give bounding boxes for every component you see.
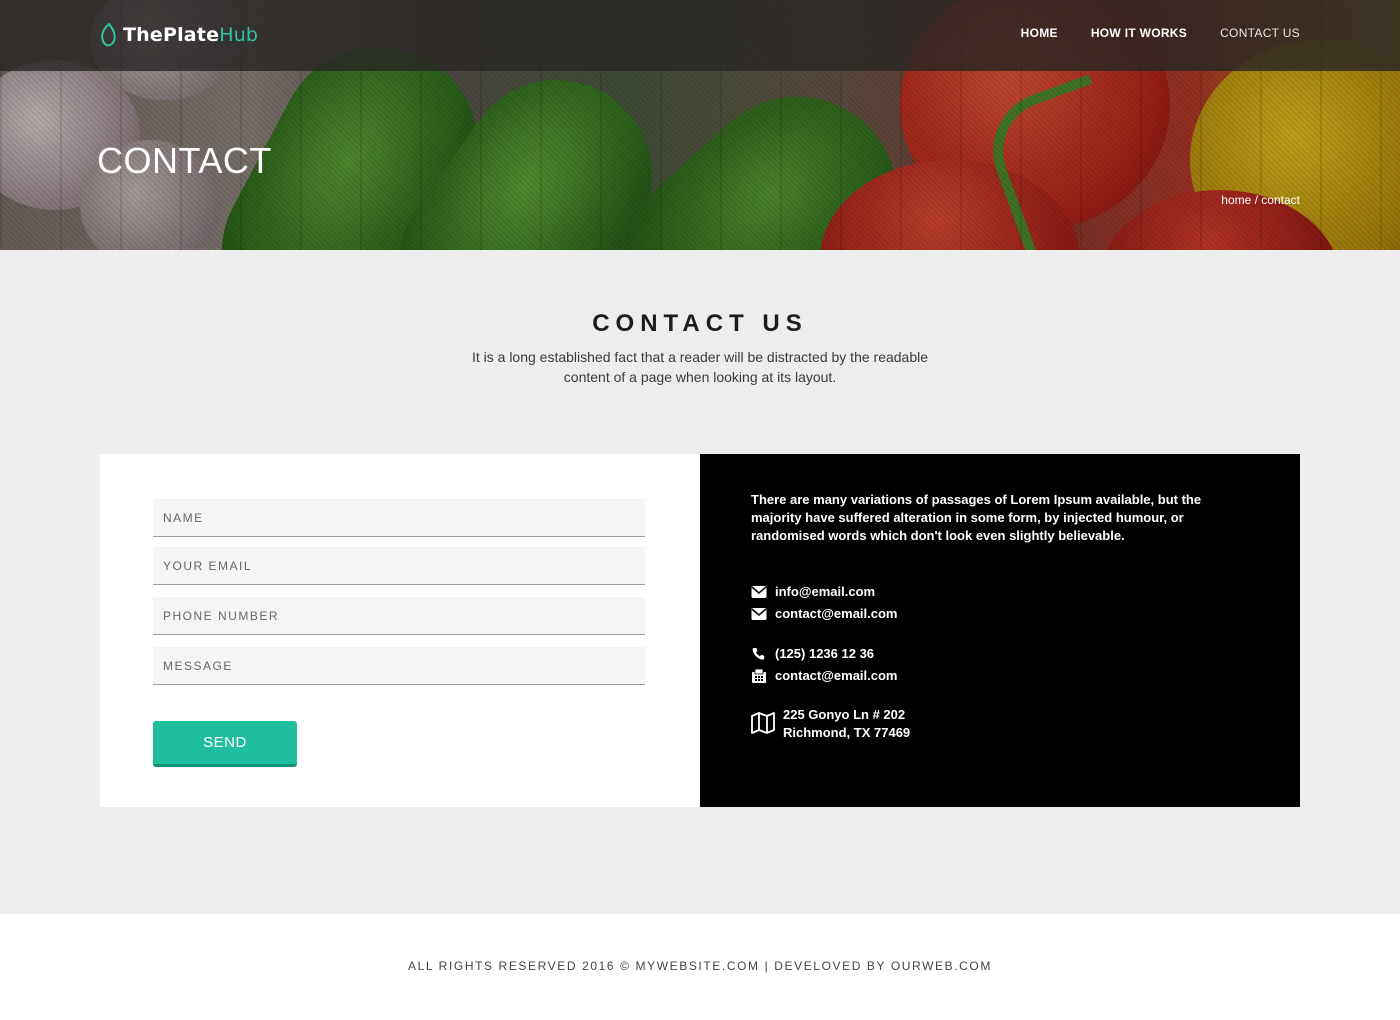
name-field[interactable]	[153, 499, 645, 537]
footer-copyright: ALL RIGHTS RESERVED 2016 © MYWEBSITE.COM…	[408, 959, 992, 973]
address-line-1: 225 Gonyo Ln # 202	[783, 707, 906, 722]
contact-info-panel: There are many variations of passages of…	[700, 454, 1300, 807]
nav-how-it-works[interactable]: HOW IT WORKS	[1091, 26, 1187, 40]
contact-fax-row: contact@email.com	[751, 668, 898, 683]
message-field[interactable]	[153, 647, 645, 685]
phone-icon	[752, 647, 765, 660]
contact-form: SEND	[100, 454, 700, 807]
fax-contact[interactable]: contact@email.com	[775, 668, 898, 683]
main-nav: HOME HOW IT WORKS CONTACT US	[1021, 26, 1300, 40]
send-button[interactable]: SEND	[153, 721, 297, 767]
footer: ALL RIGHTS RESERVED 2016 © MYWEBSITE.COM…	[0, 914, 1400, 1020]
phone-number[interactable]: (125) 1236 12 36	[775, 646, 874, 661]
address-text: 225 Gonyo Ln # 202 Richmond, TX 77469	[783, 706, 910, 742]
section-title: CONTACT US	[592, 310, 808, 337]
envelope-icon	[751, 607, 767, 620]
envelope-icon	[751, 585, 767, 598]
page-title: CONTACT	[97, 140, 272, 181]
info-description: There are many variations of passages of…	[751, 492, 1202, 543]
contact-email-row: info@email.com	[751, 584, 875, 599]
breadcrumb[interactable]: home / contact	[1221, 193, 1300, 207]
leaf-icon	[101, 23, 116, 47]
brand-logo[interactable]: ThePlateHub	[100, 22, 258, 48]
top-navbar: ThePlateHub HOME HOW IT WORKS CONTACT US	[0, 0, 1400, 71]
fax-icon	[752, 668, 766, 683]
phone-field[interactable]	[153, 597, 645, 635]
hero-banner: ThePlateHub HOME HOW IT WORKS CONTACT US…	[0, 0, 1400, 250]
contact-email-row: contact@email.com	[751, 606, 898, 621]
email-link[interactable]: contact@email.com	[775, 606, 898, 621]
contact-address-row: 225 Gonyo Ln # 202 Richmond, TX 77469	[751, 706, 910, 742]
email-field[interactable]	[153, 547, 645, 585]
nav-home[interactable]: HOME	[1021, 26, 1058, 40]
email-link[interactable]: info@email.com	[775, 584, 875, 599]
brand-name: ThePlateHub	[123, 24, 259, 46]
map-icon	[751, 712, 775, 734]
nav-contact-us[interactable]: CONTACT US	[1220, 26, 1300, 40]
section-description: It is a long established fact that a rea…	[471, 349, 929, 385]
contact-phone-row: (125) 1236 12 36	[751, 646, 874, 661]
address-line-2: Richmond, TX 77469	[783, 725, 911, 740]
